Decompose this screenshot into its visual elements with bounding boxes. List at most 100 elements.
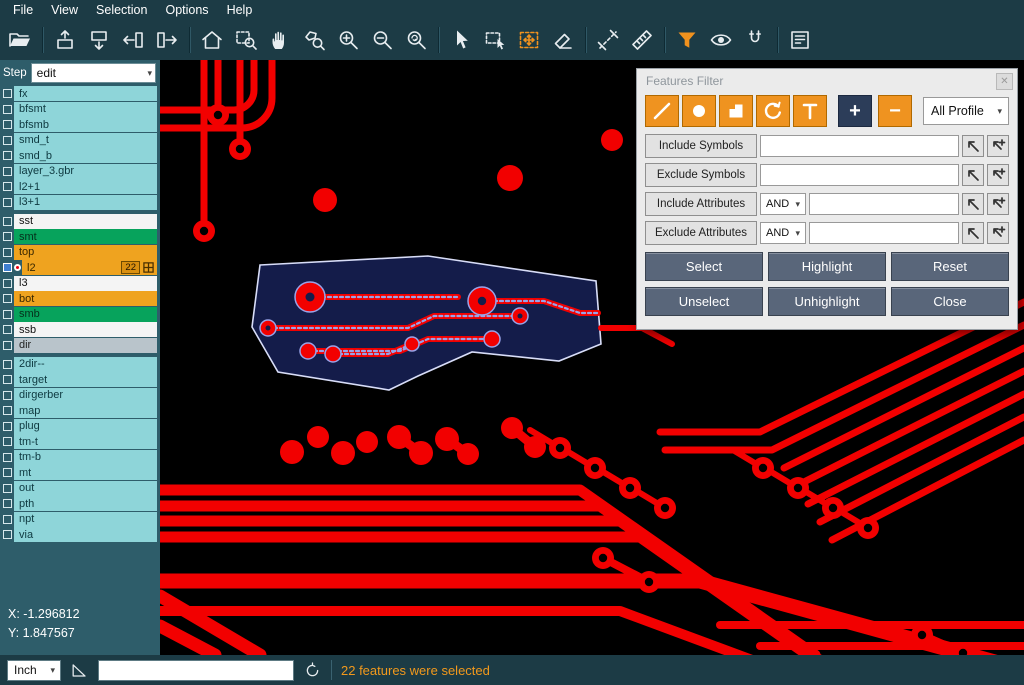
select-features-icon[interactable]: [515, 26, 543, 54]
open-folder-icon[interactable]: [6, 26, 34, 54]
menu-item-selection[interactable]: Selection: [87, 1, 156, 19]
zoom-window-icon[interactable]: [232, 26, 260, 54]
layer-cell[interactable]: npt: [14, 512, 157, 527]
layer-visibility-checkbox[interactable]: [3, 310, 12, 319]
zoom-reset-icon[interactable]: [402, 26, 430, 54]
layer-cell[interactable]: sst: [14, 214, 157, 229]
include-symbols-input[interactable]: [760, 135, 959, 157]
line-tool-button[interactable]: [645, 95, 679, 127]
layer-cell[interactable]: l3: [14, 276, 157, 291]
exclude-symbols-button[interactable]: Exclude Symbols: [645, 163, 757, 187]
exclude-symbols-pick-add-button[interactable]: [987, 164, 1009, 186]
layer-visibility-checkbox[interactable]: [3, 375, 12, 384]
magnet-snap-icon[interactable]: [741, 26, 769, 54]
layer-cell[interactable]: bfsmb: [14, 117, 157, 132]
include-attributes-button[interactable]: Include Attributes: [645, 192, 757, 216]
highlight-button[interactable]: Highlight: [768, 252, 886, 281]
menu-item-options[interactable]: Options: [156, 1, 217, 19]
layer-visibility-checkbox[interactable]: [3, 515, 12, 524]
move-right-icon[interactable]: [153, 26, 181, 54]
layer-cell[interactable]: tm-b: [14, 450, 157, 465]
measure-ruler-icon[interactable]: [628, 26, 656, 54]
layer-visibility-checkbox[interactable]: [3, 105, 12, 114]
layer-visibility-checkbox[interactable]: [3, 263, 12, 272]
layer-cell[interactable]: fx: [14, 86, 157, 101]
layer-cell[interactable]: dirgerber: [14, 388, 157, 403]
move-left-icon[interactable]: [119, 26, 147, 54]
layer-visibility-checkbox[interactable]: [3, 422, 12, 431]
layer-visibility-checkbox[interactable]: [3, 325, 12, 334]
layer-cell[interactable]: layer_3.gbr: [14, 164, 157, 179]
include-symbols-button[interactable]: Include Symbols: [645, 134, 757, 158]
menu-item-view[interactable]: View: [42, 1, 87, 19]
include-symbols-pick-add-button[interactable]: [987, 135, 1009, 157]
pointer-icon[interactable]: [447, 26, 475, 54]
layer-cell[interactable]: smb: [14, 307, 157, 322]
select-button[interactable]: Select: [645, 252, 763, 281]
surface-tool-button[interactable]: [719, 95, 753, 127]
layer-cell[interactable]: target: [14, 372, 157, 387]
set-square-icon[interactable]: [70, 661, 89, 680]
layer-cell[interactable]: bot: [14, 291, 157, 306]
reset-button[interactable]: Reset: [891, 252, 1009, 281]
layer-visibility-checkbox[interactable]: [3, 294, 12, 303]
layer-cell[interactable]: via: [14, 527, 157, 542]
layer-visibility-checkbox[interactable]: [3, 217, 12, 226]
menu-item-help[interactable]: Help: [218, 1, 262, 19]
layer-visibility-checkbox[interactable]: [3, 198, 12, 207]
exclude-attributes-pick-add-button[interactable]: [987, 222, 1009, 244]
exclude-symbols-input[interactable]: [760, 164, 959, 186]
layer-cell[interactable]: out: [14, 481, 157, 496]
layer-cell[interactable]: mt: [14, 465, 157, 480]
pcb-canvas[interactable]: Features Filter ✕: [160, 60, 1024, 655]
layer-visibility-checkbox[interactable]: [3, 530, 12, 539]
step-select[interactable]: edit ▾: [31, 63, 156, 83]
arc-tool-button[interactable]: [756, 95, 790, 127]
layer-visibility-checkbox[interactable]: [3, 468, 12, 477]
dialog-close-button[interactable]: ✕: [996, 73, 1013, 90]
exclude-symbols-pick-button[interactable]: [962, 164, 984, 186]
layer-visibility-checkbox[interactable]: [3, 453, 12, 462]
exclude-attributes-pick-button[interactable]: [962, 222, 984, 244]
layer-cell[interactable]: 2dir--: [14, 357, 157, 372]
unselect-button[interactable]: Unselect: [645, 287, 763, 316]
include-symbols-pick-button[interactable]: [962, 135, 984, 157]
layer-cell[interactable]: dir: [14, 338, 157, 353]
layer-cell[interactable]: plug: [14, 419, 157, 434]
layer-visibility-checkbox[interactable]: [3, 248, 12, 257]
layers-panel-icon[interactable]: [786, 26, 814, 54]
layer-cell[interactable]: l222: [22, 260, 157, 275]
exclude-attributes-button[interactable]: Exclude Attributes: [645, 221, 757, 245]
layer-visibility-checkbox[interactable]: [3, 279, 12, 288]
layer-visibility-checkbox[interactable]: [3, 484, 12, 493]
layer-visibility-checkbox[interactable]: [3, 341, 12, 350]
include-attributes-pick-add-button[interactable]: [987, 193, 1009, 215]
add-filter-button[interactable]: +: [838, 95, 872, 127]
layer-visibility-checkbox[interactable]: [3, 89, 12, 98]
layer-visibility-checkbox[interactable]: [3, 120, 12, 129]
layer-visibility-checkbox[interactable]: [3, 232, 12, 241]
layer-cell[interactable]: ssb: [14, 322, 157, 337]
include-attributes-pick-button[interactable]: [962, 193, 984, 215]
view-options-icon[interactable]: [707, 26, 735, 54]
zoom-in-icon[interactable]: [334, 26, 362, 54]
layer-visibility-checkbox[interactable]: [3, 151, 12, 160]
layer-visibility-checkbox[interactable]: [3, 499, 12, 508]
import-bottom-icon[interactable]: [85, 26, 113, 54]
pan-hand-icon[interactable]: [266, 26, 294, 54]
layer-cell[interactable]: pth: [14, 496, 157, 511]
layer-cell[interactable]: tm-t: [14, 434, 157, 449]
pad-tool-button[interactable]: [682, 95, 716, 127]
layer-cell[interactable]: map: [14, 403, 157, 418]
layer-visibility-checkbox[interactable]: [3, 167, 12, 176]
unhighlight-button[interactable]: Unhighlight: [768, 287, 886, 316]
refresh-icon[interactable]: [303, 661, 322, 680]
zoom-out-icon[interactable]: [368, 26, 396, 54]
home-icon[interactable]: [198, 26, 226, 54]
layer-cell[interactable]: smt: [14, 229, 157, 244]
layer-visibility-checkbox[interactable]: [3, 437, 12, 446]
exclude-attributes-operator-select[interactable]: AND▾: [760, 222, 806, 244]
dialog-titlebar[interactable]: Features Filter ✕: [637, 69, 1017, 93]
layer-cell[interactable]: smd_b: [14, 148, 157, 163]
remove-filter-button[interactable]: −: [878, 95, 912, 127]
